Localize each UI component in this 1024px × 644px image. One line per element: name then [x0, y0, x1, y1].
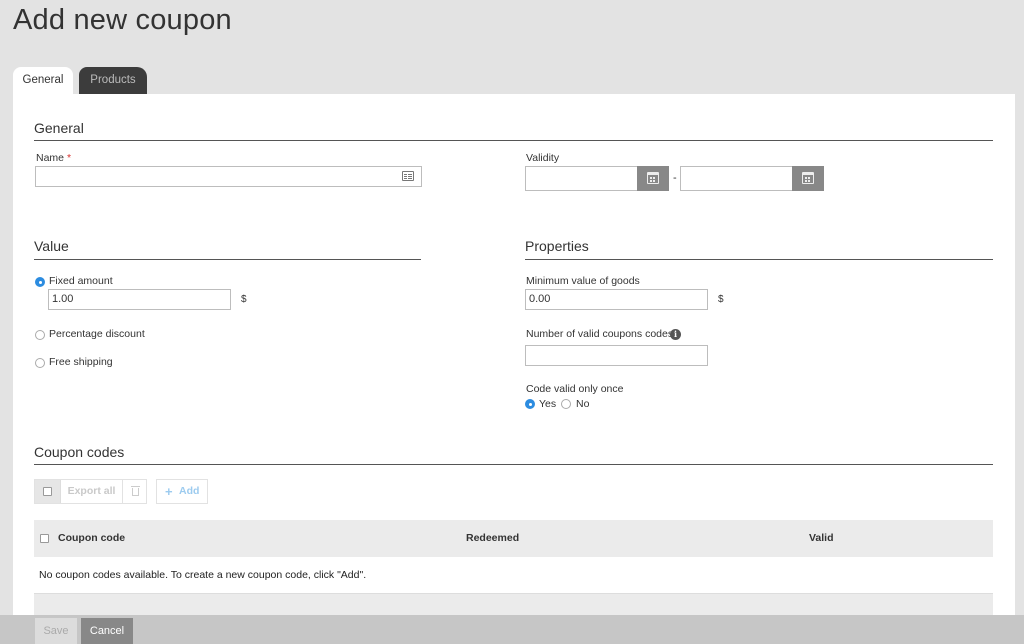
tab-general[interactable]: General [13, 67, 73, 94]
cancel-button[interactable]: Cancel [81, 618, 133, 644]
plus-icon: + [165, 484, 173, 499]
coupon-codes-divider [34, 464, 993, 465]
free-shipping-label: Free shipping [49, 356, 113, 368]
free-shipping-radio[interactable] [35, 358, 45, 368]
general-section-title: General [34, 120, 84, 136]
validity-label: Validity [526, 152, 560, 164]
table-empty-row: No coupon codes available. To create a n… [34, 557, 993, 594]
coupon-codes-table-header: Coupon code Redeemed Valid [34, 520, 993, 557]
save-button[interactable]: Save [35, 618, 77, 644]
add-coupon-code-button[interactable]: + Add [156, 479, 208, 504]
general-divider [34, 140, 993, 141]
empty-message: No coupon codes available. To create a n… [39, 569, 367, 581]
validity-from-calendar-button[interactable] [637, 166, 669, 191]
name-label: Name * [36, 152, 71, 164]
min-value-unit: $ [718, 294, 724, 305]
page-title: Add new coupon [13, 4, 232, 36]
address-card-icon [402, 171, 414, 181]
valid-once-no-radio[interactable] [561, 399, 571, 409]
add-label: Add [179, 485, 200, 497]
percentage-discount-radio[interactable] [35, 330, 45, 340]
action-bar: Save Cancel [0, 615, 1024, 644]
percentage-discount-label: Percentage discount [49, 328, 145, 340]
column-valid[interactable]: Valid [809, 520, 834, 557]
value-section-title: Value [34, 238, 69, 254]
valid-once-yes-label: Yes [539, 398, 557, 410]
name-input[interactable] [35, 166, 422, 187]
calendar-icon [647, 172, 659, 184]
trash-icon [131, 486, 140, 496]
validity-from-input[interactable] [525, 166, 638, 191]
header-checkbox[interactable] [40, 534, 49, 543]
table-footer [34, 594, 993, 615]
select-all-toggle[interactable] [35, 480, 61, 503]
coupon-codes-section-title: Coupon codes [34, 444, 125, 460]
value-divider [34, 259, 421, 260]
valid-once-yes-radio[interactable] [525, 399, 535, 409]
required-mark: * [66, 152, 72, 164]
validity-to-calendar-button[interactable] [792, 166, 824, 191]
min-value-label: Minimum value of goods [526, 275, 640, 287]
min-value-input[interactable]: 0.00 [525, 289, 708, 310]
valid-once-no-label: No [576, 398, 590, 410]
valid-once-label: Code valid only once [526, 383, 624, 395]
form-panel: General Name * Validity - Value Fixed am… [13, 94, 1015, 615]
delete-button[interactable] [124, 480, 147, 503]
fixed-amount-label: Fixed amount [49, 275, 113, 287]
column-redeemed[interactable]: Redeemed [466, 520, 519, 557]
properties-divider [525, 259, 993, 260]
validity-separator: - [673, 172, 677, 184]
name-label-text: Name [36, 152, 65, 164]
fixed-amount-unit: $ [241, 294, 247, 305]
valid-codes-label: Number of valid coupons codes [526, 328, 674, 340]
column-coupon-code[interactable]: Coupon code [58, 520, 125, 557]
select-all-checkbox[interactable] [43, 487, 52, 496]
toolbar-button-group: Export all [34, 479, 147, 504]
validity-to-input[interactable] [680, 166, 793, 191]
export-all-button[interactable]: Export all [61, 480, 123, 503]
fixed-amount-input[interactable]: 1.00 [48, 289, 231, 310]
calendar-icon [802, 172, 814, 184]
valid-codes-input[interactable] [525, 345, 708, 366]
tab-products[interactable]: Products [79, 67, 147, 94]
fixed-amount-radio[interactable] [35, 277, 45, 287]
properties-section-title: Properties [525, 238, 589, 254]
info-icon[interactable]: i [670, 329, 681, 340]
